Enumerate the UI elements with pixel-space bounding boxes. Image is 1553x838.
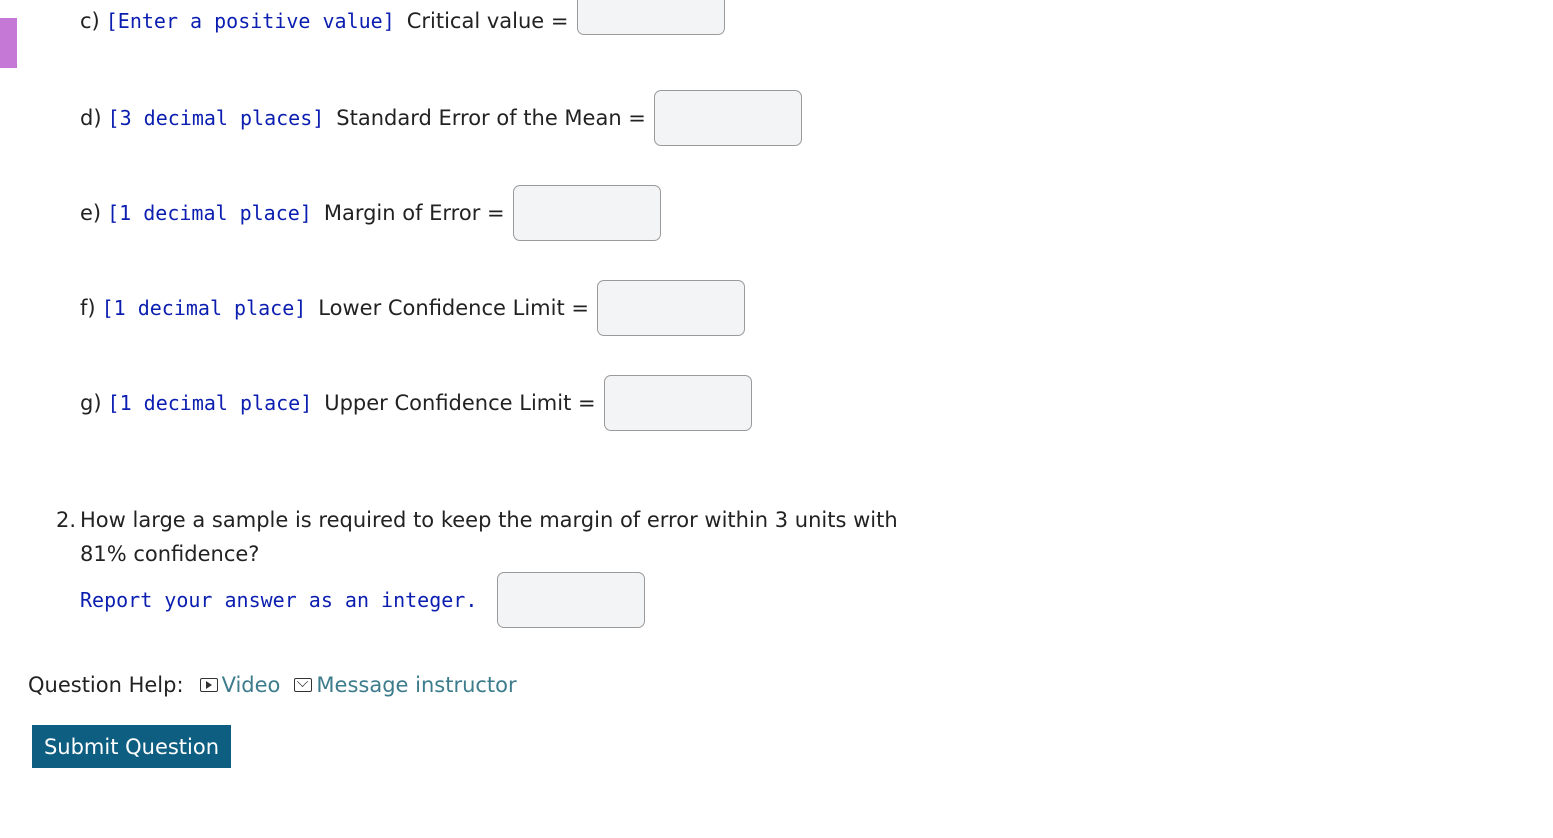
part-hint: [1 decimal place] (101, 296, 307, 320)
question-help-label: Question Help: (28, 673, 184, 697)
upper-confidence-limit-input[interactable] (603, 375, 752, 431)
envelope-icon (294, 676, 313, 692)
part-letter: d) (80, 106, 102, 130)
sample-size-input[interactable] (497, 572, 646, 628)
part-label: Lower Confidence Limit = (318, 296, 589, 320)
question-part-g: g) [1 decimal place] Upper Confidence Li… (80, 373, 752, 433)
question-part-d: d) [3 decimal places] Standard Error of … (80, 88, 802, 148)
part-hint: [1 decimal place] (107, 391, 313, 415)
part-letter: f) (80, 296, 96, 320)
part-label: Standard Error of the Mean = (336, 106, 646, 130)
part-label: Margin of Error = (323, 201, 505, 225)
part-letter: e) (80, 201, 102, 225)
submit-question-button[interactable]: Submit Question (32, 725, 231, 768)
side-panel-tab[interactable] (0, 18, 17, 68)
question-text: How large a sample is required to keep t… (80, 508, 898, 566)
question-part-e: e) [1 decimal place] Margin of Error = (80, 183, 661, 243)
question-help: Question Help: Video Message instructor (28, 670, 517, 700)
message-instructor-link[interactable]: Message instructor (316, 670, 516, 700)
question-2-answer-row: Report your answer as an integer. (80, 570, 646, 630)
part-letter: g) (80, 391, 102, 415)
lower-confidence-limit-input[interactable] (596, 280, 745, 336)
part-hint: [Enter a positive value] (105, 9, 395, 33)
standard-error-input[interactable] (653, 90, 802, 146)
question-part-f: f) [1 decimal place] Lower Confidence Li… (80, 278, 745, 338)
chevron-left-icon (0, 36, 4, 46)
video-icon (199, 678, 218, 692)
part-label: Upper Confidence Limit = (324, 391, 596, 415)
part-hint: [1 decimal place] (107, 201, 312, 225)
critical-value-input[interactable] (576, 0, 725, 35)
question-2: 2. How large a sample is required to kee… (56, 503, 936, 571)
margin-of-error-input[interactable] (512, 185, 661, 241)
question-number: 2. (56, 508, 77, 532)
part-letter: c) (80, 9, 100, 33)
answer-instruction: Report your answer as an integer. (80, 588, 478, 612)
part-label: Critical value = (406, 9, 569, 33)
question-part-c: c) [Enter a positive value] Critical val… (80, 0, 725, 36)
video-link[interactable]: Video (222, 670, 281, 700)
part-hint: [3 decimal places] (107, 106, 325, 130)
